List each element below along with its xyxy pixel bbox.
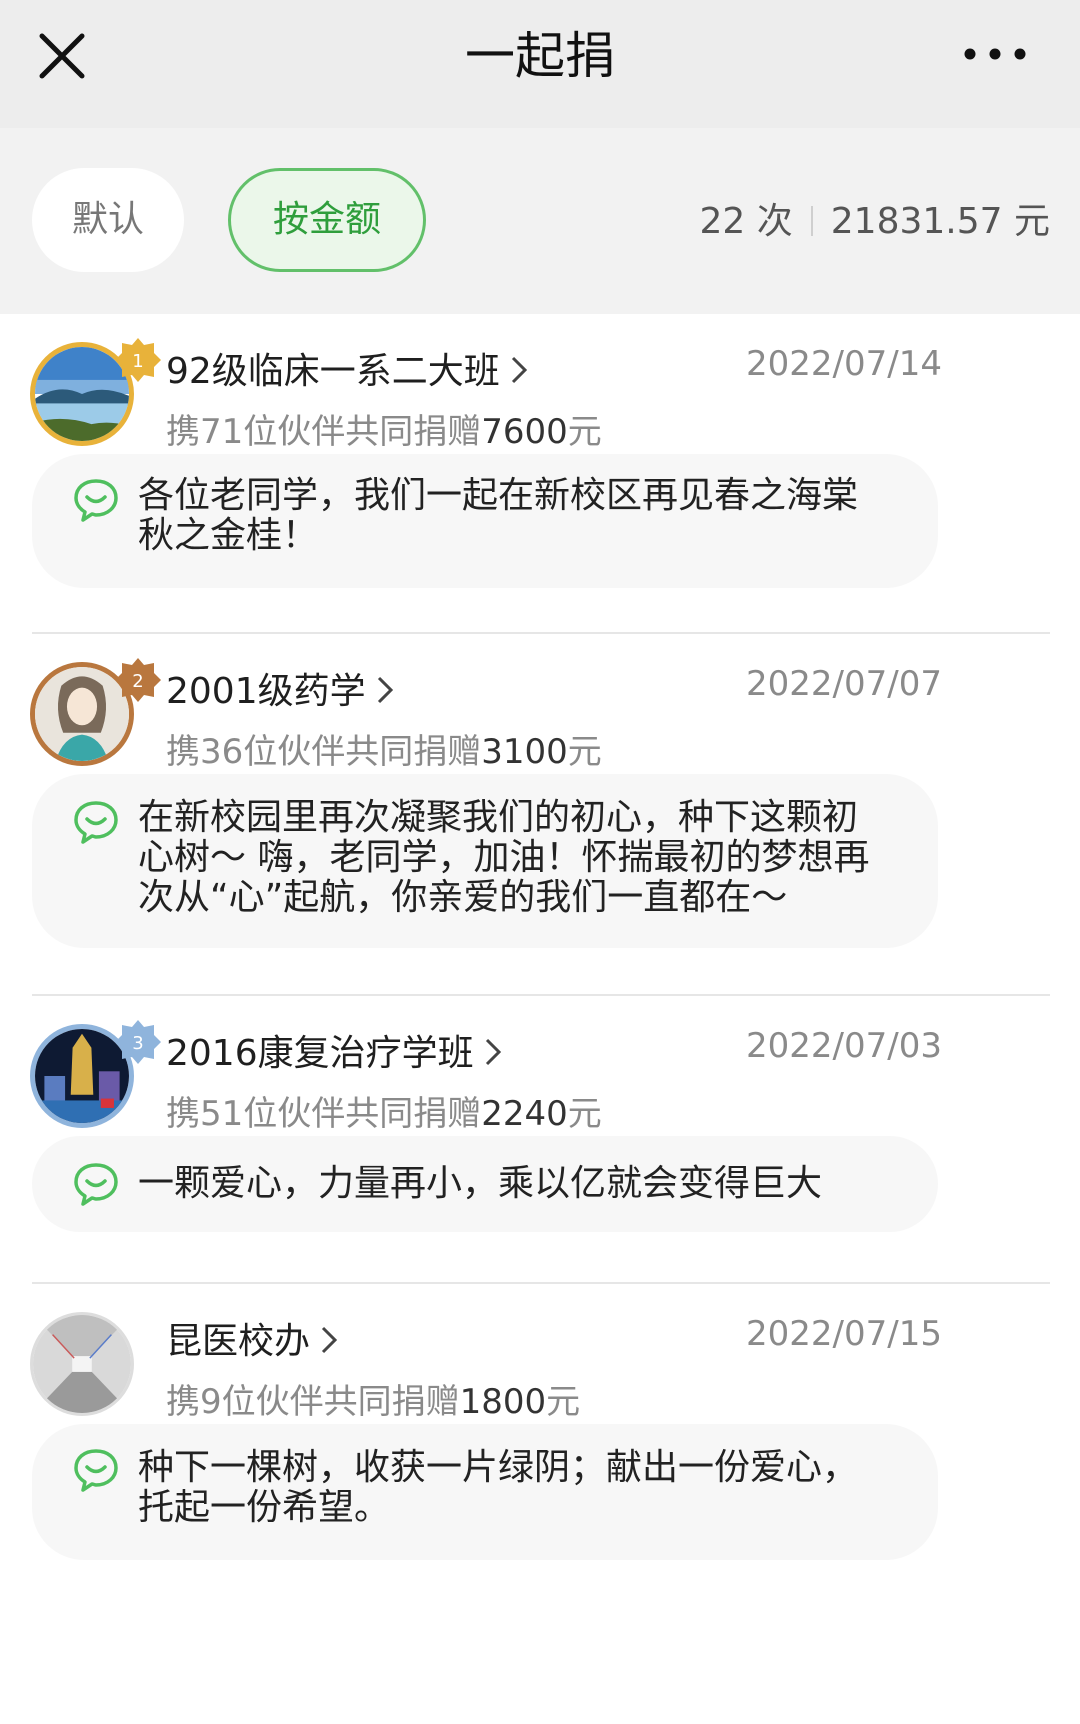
sort-by-amount-button[interactable]: 按金额: [228, 168, 426, 272]
rank-badge-silver-icon: 3: [115, 1020, 161, 1064]
avatar[interactable]: [30, 1312, 134, 1416]
chevron-right-icon: [511, 356, 527, 384]
filter-bar: 默认 按金额 22 次 21831.57 元: [0, 128, 1080, 314]
donation-date: 2022/07/07: [746, 664, 942, 704]
message-line: 秋之金桂！: [138, 515, 319, 556]
sort-default-button[interactable]: 默认: [32, 168, 184, 272]
rank-badge-bronze-icon: 2: [115, 658, 161, 702]
avatar-group: 1: [30, 338, 170, 452]
detail-prefix: 携51位伙伴共同捐赠: [166, 1094, 482, 1134]
chevron-right-icon: [377, 676, 393, 704]
amount-unit: 元: [567, 412, 602, 452]
smile-icon: [74, 801, 118, 844]
donation-date: 2022/07/14: [746, 344, 942, 384]
donation-amount: 7600: [481, 412, 568, 452]
nav-bar: 一起捐: [0, 0, 1080, 128]
message-bubble: 各位老同学，我们一起在新校区再见春之海棠 秋之金桂！: [32, 454, 938, 588]
donation-detail: 携36位伙伴共同捐赠3100元: [166, 724, 602, 773]
message-line: 次从“心”起航，你亲爱的我们一直都在～: [138, 877, 788, 918]
message-bubble: 在新校园里再次凝聚我们的初心，种下这颗初 心树～ 嗨，老同学，加油！怀揣最初的梦…: [32, 774, 938, 948]
avatar-group: 3: [30, 1020, 170, 1134]
donation-total: 21831.57 元: [830, 201, 1050, 242]
donation-detail: 携9位伙伴共同捐赠1800元: [166, 1374, 580, 1423]
avatar-group: [30, 1312, 170, 1422]
donor-name: 2016康复治疗学班: [166, 1033, 474, 1074]
message-bubble: 种下一棵树，收获一片绿阴；献出一份爱心， 托起一份希望。: [32, 1424, 938, 1560]
donation-amount: 1800: [459, 1382, 547, 1422]
smile-icon: [74, 1449, 118, 1492]
donation-count: 22 次: [699, 201, 793, 242]
donation-detail: 携51位伙伴共同捐赠2240元: [166, 1086, 602, 1135]
amount-unit: 元: [567, 1094, 602, 1134]
donor-name: 2001级药学: [166, 671, 366, 712]
donation-amount: 2240: [481, 1094, 568, 1134]
donor-name-link[interactable]: 2016康复治疗学班: [166, 1024, 502, 1076]
message-line: 托起一份希望。: [138, 1487, 391, 1528]
donor-name: 昆医校办: [166, 1321, 311, 1362]
avatar-group: 2: [30, 658, 170, 772]
svg-text:2: 2: [132, 671, 143, 692]
donor-name-link[interactable]: 昆医校办: [166, 1312, 338, 1364]
donation-date: 2022/07/15: [746, 1314, 942, 1354]
smile-icon: [74, 479, 118, 522]
divider: [32, 994, 1050, 996]
more-icon[interactable]: [960, 36, 1030, 72]
donation-detail: 携71位伙伴共同捐赠7600元: [166, 404, 602, 453]
chevron-right-icon: [321, 1326, 338, 1354]
message-bubble: 一颗爱心，力量再小，乘以亿就会变得巨大: [32, 1136, 938, 1232]
divider: [32, 632, 1050, 634]
message-line: 在新校园里再次凝聚我们的初心，种下这颗初: [138, 797, 859, 838]
donation-summary: 22 次 21831.57 元: [700, 192, 1050, 244]
close-icon[interactable]: [34, 28, 90, 84]
detail-prefix: 携9位伙伴共同捐赠: [166, 1382, 460, 1422]
rank-badge-gold-icon: 1: [115, 338, 161, 382]
page-title: 一起捐: [465, 27, 615, 85]
detail-prefix: 携71位伙伴共同捐赠: [166, 412, 482, 452]
tunnel-icon: [33, 1315, 131, 1413]
message-text: 一颗爱心，力量再小，乘以亿就会变得巨大: [138, 1164, 908, 1204]
summary-divider: [810, 206, 813, 236]
message-line: 各位老同学，我们一起在新校区再见春之海棠: [138, 475, 859, 516]
detail-prefix: 携36位伙伴共同捐赠: [166, 732, 482, 772]
message-text: 种下一棵树，收获一片绿阴；献出一份爱心， 托起一份希望。: [138, 1448, 908, 1528]
amount-unit: 元: [567, 732, 602, 772]
message-line: 心树～ 嗨，老同学，加油！怀揣最初的梦想再: [138, 837, 870, 878]
amount-unit: 元: [546, 1382, 581, 1422]
donation-amount: 3100: [481, 732, 568, 772]
donor-name-link[interactable]: 2001级药学: [166, 662, 394, 714]
chevron-right-icon: [485, 1038, 501, 1066]
svg-text:1: 1: [132, 351, 143, 372]
svg-text:3: 3: [132, 1033, 143, 1054]
message-line: 一颗爱心，力量再小，乘以亿就会变得巨大: [138, 1163, 823, 1204]
divider: [32, 1282, 1050, 1284]
donor-name-link[interactable]: 92级临床一系二大班: [166, 342, 528, 394]
message-line: 种下一棵树，收获一片绿阴；献出一份爱心，: [138, 1447, 859, 1488]
message-text: 各位老同学，我们一起在新校区再见春之海棠 秋之金桂！: [138, 476, 908, 556]
donor-name: 92级临床一系二大班: [166, 351, 500, 392]
smile-icon: [74, 1163, 118, 1206]
message-text: 在新校园里再次凝聚我们的初心，种下这颗初 心树～ 嗨，老同学，加油！怀揣最初的梦…: [138, 798, 908, 918]
donation-date: 2022/07/03: [746, 1026, 942, 1066]
